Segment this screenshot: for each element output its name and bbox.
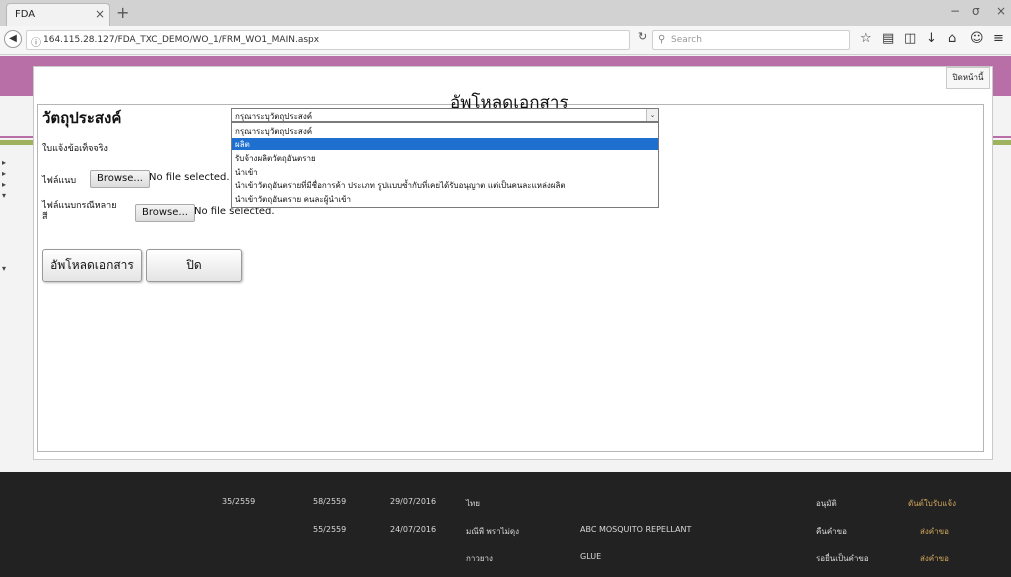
table-cell: GLUE	[580, 552, 602, 561]
browse-button[interactable]: Browse...	[90, 170, 150, 188]
table-link[interactable]: ส่งคำขอ	[920, 525, 949, 538]
dropdown-option[interactable]: นำเข้าวัตถุอันตราย คนละผู้นำเข้า	[232, 193, 658, 205]
multi-attachment-label-cont: สี	[42, 212, 48, 222]
table-cell: อนุมัติ	[816, 499, 837, 508]
table-cell: ABC MOSQUITO REPELLANT	[580, 525, 692, 534]
new-tab-button[interactable]: +	[116, 3, 129, 22]
close-page-button[interactable]: ปิดหน้านี้	[946, 67, 990, 89]
table-link[interactable]: ดันต์ใบรับแจ้ง	[908, 497, 956, 510]
background-table: 35/2559 58/2559 29/07/2016 ไทย อนุมัติ ด…	[0, 472, 1011, 577]
table-cell: 29/07/2016	[390, 497, 437, 506]
restore-icon[interactable]: σ	[972, 4, 980, 18]
purpose-label: วัตถุประสงค์	[42, 109, 122, 127]
chevron-down-icon[interactable]: ⌄	[646, 109, 658, 121]
pocket-icon[interactable]: ◫	[904, 31, 916, 46]
dropdown-option[interactable]: นำเข้า	[232, 166, 658, 177]
fact-sheet-label: ใบแจ้งข้อเท็จจริง	[42, 144, 108, 154]
upload-button[interactable]: อัพโหลดเอกสาร	[42, 249, 142, 282]
table-cell: มณีพี พราไม่ดุง	[466, 527, 519, 536]
dropdown-option[interactable]: ผลิต	[232, 138, 658, 150]
table-cell: 55/2559	[313, 525, 347, 534]
table-cell: 24/07/2016	[390, 525, 437, 534]
multi-attachment-label: ไฟล์แนบกรณีหลาย	[42, 201, 117, 211]
table-cell: ไทย	[466, 499, 480, 508]
dropdown-option[interactable]: รับจ้างผลิตวัตถุอันตราย	[232, 152, 658, 164]
collapse-icon[interactable]: ▾	[2, 264, 6, 273]
tab-title: FDA	[15, 9, 36, 20]
attachment-label: ไฟล์แนบ	[42, 176, 77, 186]
expand-icon[interactable]: ▸	[2, 158, 6, 167]
table-cell: คืนคำขอ	[816, 527, 847, 536]
reload-icon[interactable]: ↻	[638, 30, 647, 43]
search-placeholder: Search	[671, 35, 702, 45]
collapse-icon[interactable]: ▾	[2, 191, 6, 200]
file-status: No file selected.	[149, 172, 230, 183]
star-icon[interactable]: ☆	[860, 31, 872, 46]
table-cell: กาวยาง	[466, 554, 493, 563]
dropdown-option[interactable]: นำเข้าวัตถุอันตรายที่มีชื่อการค้า ประเภท…	[232, 179, 658, 191]
account-icon[interactable]: ☺	[970, 31, 984, 46]
close-window-icon[interactable]: ×	[996, 4, 1006, 18]
close-button[interactable]: ปิด	[146, 249, 242, 282]
dropdown-option[interactable]: กรุณาระบุวัตถุประสงค์	[232, 125, 658, 136]
home-icon[interactable]: ⌂	[948, 31, 956, 46]
reading-list-icon[interactable]: ▤	[882, 31, 894, 46]
table-link[interactable]: ส่งคำขอ	[920, 552, 949, 565]
table-cell: 58/2559	[313, 497, 347, 506]
purpose-dropdown: กรุณาระบุวัตถุประสงค์ ผลิต รับจ้างผลิตวั…	[231, 122, 659, 208]
search-icon: ⚲	[658, 34, 666, 45]
download-icon[interactable]: ↓	[926, 31, 937, 46]
table-cell: รอยื่นเป็นคำขอ	[816, 554, 869, 563]
browse-button[interactable]: Browse...	[135, 204, 195, 222]
url-bar[interactable]: ⓘ 164.115.28.127/FDA_TXC_DEMO/WO_1/FRM_W…	[26, 30, 630, 50]
search-input[interactable]: ⚲ Search	[652, 30, 850, 50]
close-tab-icon[interactable]: ×	[95, 7, 105, 21]
browser-tab-bar: FDA × + − σ ×	[0, 0, 1011, 26]
url-text: 164.115.28.127/FDA_TXC_DEMO/WO_1/FRM_WO1…	[43, 35, 320, 45]
menu-icon[interactable]: ≡	[993, 31, 1004, 46]
back-icon[interactable]: ◀	[4, 30, 22, 48]
info-icon[interactable]: ⓘ	[31, 34, 41, 49]
browser-tab[interactable]: FDA ×	[6, 3, 110, 26]
expand-icon[interactable]: ▸	[2, 169, 6, 178]
table-cell: 35/2559	[222, 497, 256, 506]
expand-icon[interactable]: ▸	[2, 180, 6, 189]
purpose-select[interactable]: กรุณาระบุวัตถุประสงค์ ⌄	[231, 108, 659, 122]
minimize-icon[interactable]: −	[950, 4, 960, 18]
